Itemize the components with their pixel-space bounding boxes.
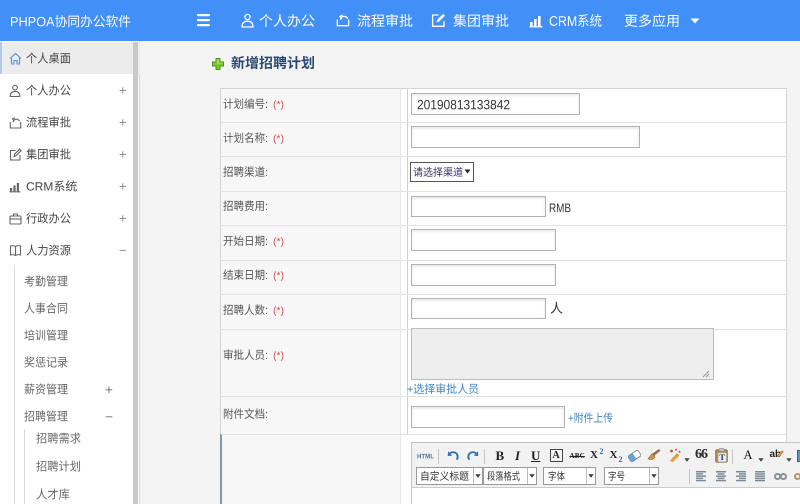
svg-text:T: T bbox=[719, 452, 725, 462]
